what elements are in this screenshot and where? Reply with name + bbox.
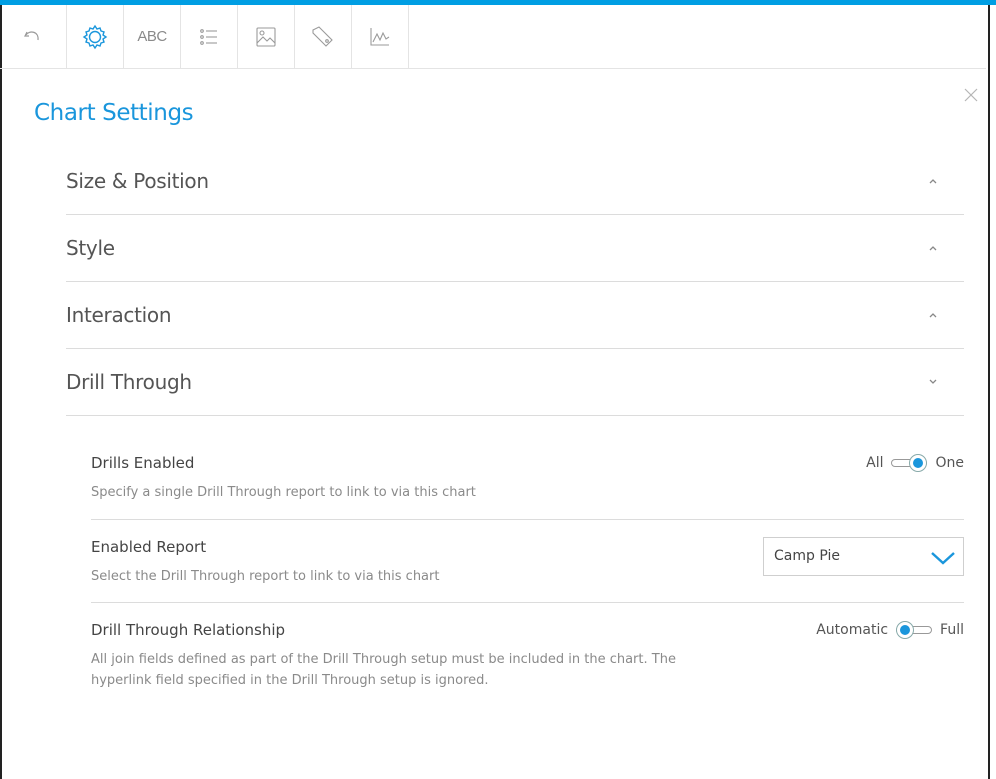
section-label: Style	[66, 236, 115, 260]
switch-knob	[896, 621, 915, 639]
text-icon: ABC	[137, 28, 167, 45]
enabled-report-description: Select the Drill Through report to link …	[91, 569, 440, 584]
image-tab-button[interactable]	[238, 5, 295, 68]
line-chart-icon	[370, 27, 390, 46]
toggle-option-full[interactable]: Full	[940, 622, 964, 638]
text-tab-button[interactable]: ABC	[124, 5, 181, 68]
drills-enabled-row: Drills Enabled Specify a single Drill Th…	[91, 452, 964, 512]
close-icon	[964, 88, 978, 102]
chart-tab-button[interactable]	[352, 5, 409, 68]
toolbar: ABC	[0, 5, 986, 69]
chevron-up-icon	[929, 313, 937, 318]
drills-enabled-label: Drills Enabled	[91, 454, 195, 472]
section-size-position[interactable]: Size & Position	[66, 149, 964, 215]
undo-button[interactable]	[0, 5, 67, 68]
relationship-toggle: Automatic Full	[816, 621, 964, 639]
divider	[91, 602, 964, 603]
settings-tab-button[interactable]	[67, 5, 124, 68]
section-label: Interaction	[66, 303, 172, 327]
chevron-up-icon	[929, 179, 937, 184]
section-drill-through[interactable]: Drill Through	[66, 350, 964, 416]
relationship-description-line1: All join fields defined as part of the D…	[91, 652, 676, 667]
divider	[91, 519, 964, 520]
section-style[interactable]: Style	[66, 216, 964, 282]
relationship-row: Drill Through Relationship All join fiel…	[91, 619, 964, 699]
chevron-up-icon	[929, 246, 937, 251]
enabled-report-label: Enabled Report	[91, 538, 207, 556]
panel-title: Chart Settings	[34, 100, 194, 126]
gear-icon	[82, 24, 108, 49]
toggle-option-automatic[interactable]: Automatic	[816, 622, 888, 638]
tag-icon	[312, 25, 333, 47]
toggle-option-one[interactable]: One	[935, 455, 964, 471]
image-icon	[256, 26, 276, 47]
select-value: Camp Pie	[774, 548, 840, 564]
toggle-option-all[interactable]: All	[866, 455, 883, 471]
section-label: Drill Through	[66, 370, 192, 394]
chevron-down-icon	[931, 552, 955, 565]
undo-icon	[24, 30, 39, 40]
drills-enabled-description: Specify a single Drill Through report to…	[91, 485, 476, 500]
close-button[interactable]	[962, 86, 980, 104]
relationship-label: Drill Through Relationship	[91, 621, 286, 639]
tag-tab-button[interactable]	[295, 5, 352, 68]
drills-enabled-switch[interactable]	[887, 454, 931, 472]
section-interaction[interactable]: Interaction	[66, 283, 964, 349]
list-icon	[200, 28, 217, 45]
list-tab-button[interactable]	[181, 5, 238, 68]
relationship-switch[interactable]	[892, 621, 936, 639]
drills-enabled-toggle: All One	[866, 454, 964, 472]
relationship-description-line2: hyperlink field specified in the Drill T…	[91, 673, 489, 688]
chevron-down-icon	[929, 379, 937, 384]
switch-knob	[909, 454, 928, 472]
enabled-report-select[interactable]: Camp Pie	[763, 537, 964, 576]
section-label: Size & Position	[66, 169, 209, 193]
